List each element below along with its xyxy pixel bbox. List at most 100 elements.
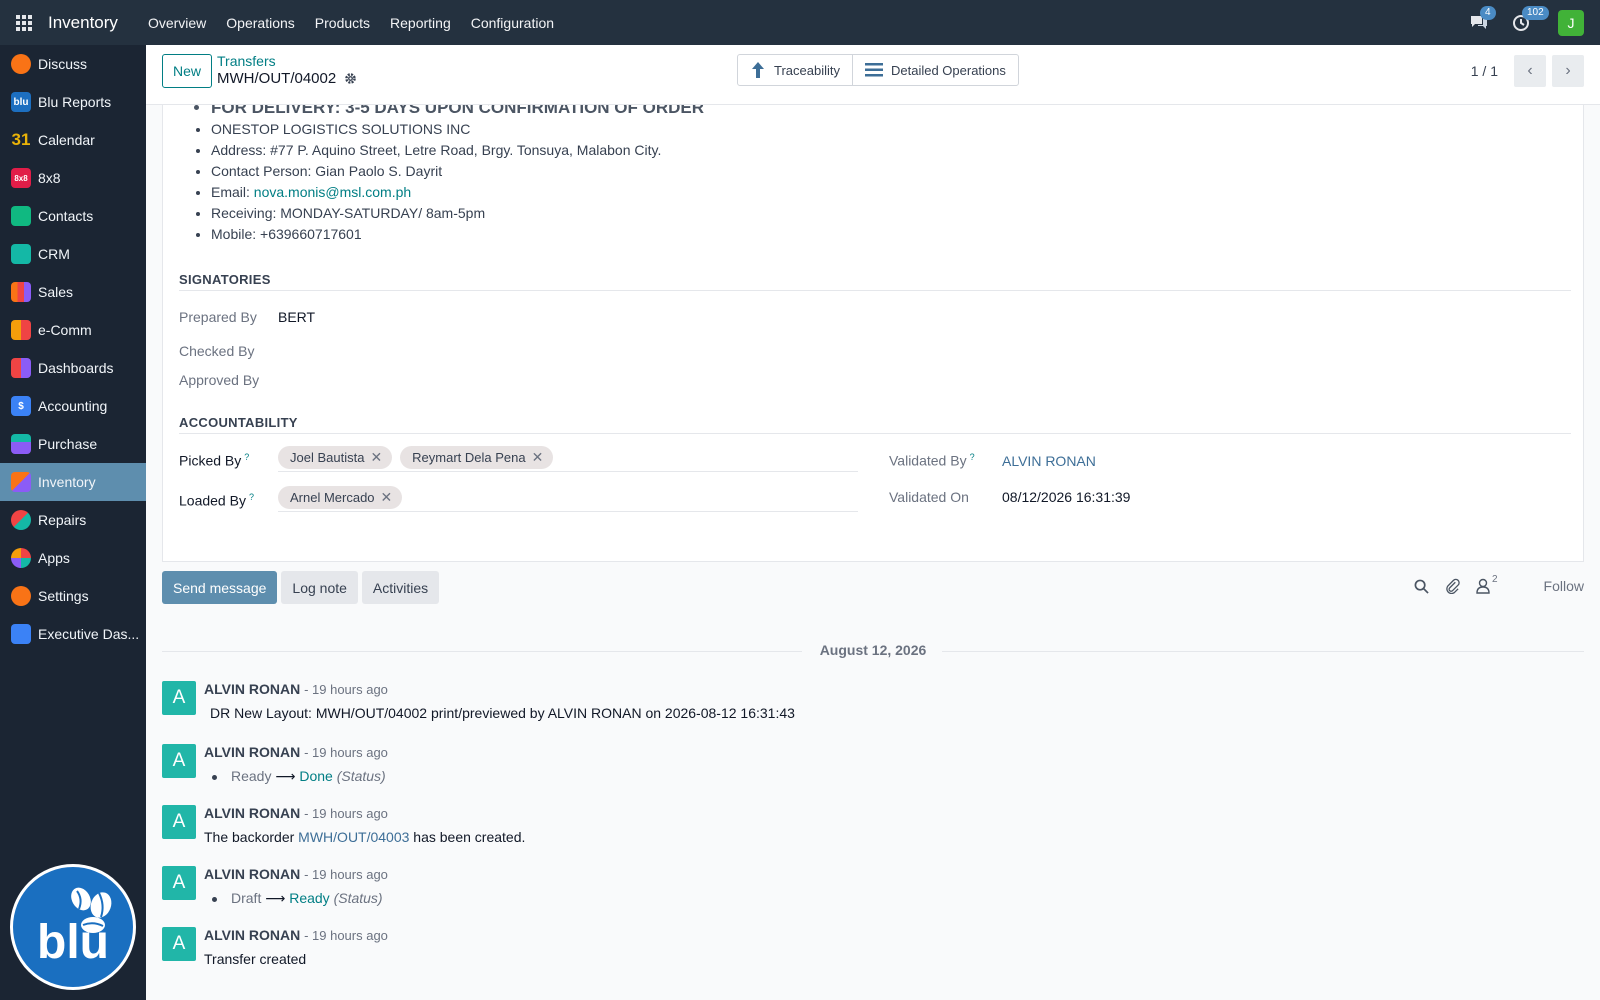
sidebar-item-calendar[interactable]: 31 Calendar xyxy=(0,121,146,159)
remove-tag-icon[interactable]: ✕ xyxy=(532,449,544,466)
remove-tag-icon[interactable]: ✕ xyxy=(381,489,393,506)
sidebar-item-8x8[interactable]: 8x8 8x8 xyxy=(0,159,146,197)
sidebar-item-blu-reports[interactable]: blu Blu Reports xyxy=(0,83,146,121)
sidebar-item-label: Purchase xyxy=(38,436,98,452)
validated-by-label: Validated By? xyxy=(889,452,975,469)
sidebar-item-e-comm[interactable]: e-Comm xyxy=(0,311,146,349)
arrow-up-icon xyxy=(752,62,764,78)
loaded-by-field[interactable]: Arnel Mercado ✕ xyxy=(278,484,858,512)
message-header: ALVIN RONAN - 19 hours ago xyxy=(204,744,388,760)
sidebar-item-discuss[interactable]: Discuss xyxy=(0,45,146,83)
menu-overview[interactable]: Overview xyxy=(138,15,216,31)
sidebar-item-dashboards[interactable]: Dashboards xyxy=(0,349,146,387)
message-suffix: has been created. xyxy=(409,829,526,845)
old-value: Draft xyxy=(231,890,262,906)
backorder-link[interactable]: MWH/OUT/04003 xyxy=(298,829,409,845)
menu-products[interactable]: Products xyxy=(305,15,380,31)
gear-icon[interactable] xyxy=(344,72,357,85)
message-body: DR New Layout: MWH/OUT/04002 print/previ… xyxy=(204,705,795,721)
help-tooltip-icon[interactable]: ? xyxy=(970,452,975,462)
new-button[interactable]: New xyxy=(162,54,213,88)
user-avatar[interactable]: J xyxy=(1558,9,1584,36)
avatar[interactable]: A xyxy=(162,681,196,715)
detailed-operations-button[interactable]: Detailed Operations xyxy=(851,55,1018,85)
sidebar-item-accounting[interactable]: $ Accounting xyxy=(0,387,146,425)
sidebar-item-label: Contacts xyxy=(38,208,94,224)
sidebar-item-sales[interactable]: Sales xyxy=(0,273,146,311)
email-link[interactable]: nova.monis@msl.com.ph xyxy=(254,184,411,200)
log-note-button[interactable]: Log note xyxy=(281,571,358,604)
record-title: MWH/OUT/04002 xyxy=(217,70,357,87)
followers-button[interactable]: 2 xyxy=(1476,574,1498,594)
remove-tag-icon[interactable]: ✕ xyxy=(370,449,382,466)
avatar[interactable]: A xyxy=(162,744,196,778)
menu-configuration[interactable]: Configuration xyxy=(461,15,564,31)
record-name: MWH/OUT/04002 xyxy=(217,70,337,87)
inventory-icon xyxy=(11,472,31,492)
messages-button[interactable]: 4 xyxy=(1468,5,1496,34)
message-author[interactable]: ALVIN RONAN xyxy=(204,744,300,760)
menu-reporting[interactable]: Reporting xyxy=(380,15,461,31)
signatories-divider xyxy=(179,290,1571,291)
tracked-field: (Status) xyxy=(336,768,386,784)
activities-badge: 102 xyxy=(1522,5,1549,20)
traceability-button[interactable]: Traceability xyxy=(738,55,852,85)
avatar[interactable]: A xyxy=(162,866,196,900)
delivery-contact: Contact Person: Gian Paolo S. Dayrit xyxy=(211,161,704,182)
help-tooltip-icon[interactable]: ? xyxy=(249,492,254,502)
picked-by-field[interactable]: Joel Bautista ✕ Reymart Dela Pena ✕ xyxy=(278,444,858,472)
form-sheet: FOR DELIVERY: 3-5 DAYS UPON CONFIRMATION… xyxy=(162,105,1584,562)
app-menu-button[interactable] xyxy=(0,0,48,45)
avatar[interactable]: A xyxy=(162,805,196,839)
next-record-button[interactable]: › xyxy=(1552,55,1584,87)
sidebar-item-label: Inventory xyxy=(38,474,96,490)
discuss-icon xyxy=(11,54,31,74)
message-body: Ready ⟶ Done (Status) xyxy=(204,768,386,785)
search-icon[interactable] xyxy=(1414,579,1429,594)
menu-operations[interactable]: Operations xyxy=(216,15,304,31)
message-header: ALVIN RONAN - 19 hours ago xyxy=(204,866,388,882)
sidebar-item-apps[interactable]: Apps xyxy=(0,539,146,577)
traceability-label: Traceability xyxy=(774,62,840,78)
sidebar-item-executive-dashboard[interactable]: Executive Das... xyxy=(0,615,146,653)
systray: 4 102 J xyxy=(1468,0,1584,45)
sidebar-item-label: Calendar xyxy=(38,132,95,148)
activities-button[interactable]: 102 xyxy=(1510,5,1549,34)
sidebar-item-label: 8x8 xyxy=(38,170,61,186)
message-text: Transfer created xyxy=(204,951,307,967)
crm-icon xyxy=(11,244,31,264)
pager-value[interactable]: 1 / 1 xyxy=(1471,63,1498,79)
message-body: The backorder MWH/OUT/04003 has been cre… xyxy=(204,829,525,845)
sales-icon xyxy=(11,282,31,302)
sidebar-item-settings[interactable]: Settings xyxy=(0,577,146,615)
contacts-icon xyxy=(11,206,31,226)
prepared-by-value[interactable]: BERT xyxy=(278,309,315,325)
delivery-receiving: Receiving: MONDAY-SATURDAY/ 8am-5pm xyxy=(211,203,704,224)
app-brand[interactable]: Inventory xyxy=(48,13,118,33)
validated-by-value[interactable]: ALVIN RONAN xyxy=(1002,453,1096,469)
top-navbar: Inventory Overview Operations Products R… xyxy=(0,0,1600,45)
sidebar-item-inventory[interactable]: Inventory xyxy=(0,463,146,501)
send-message-button[interactable]: Send message xyxy=(162,571,278,604)
previous-record-button[interactable]: ‹ xyxy=(1514,55,1546,87)
sidebar-item-repairs[interactable]: Repairs xyxy=(0,501,146,539)
validated-on-label: Validated On xyxy=(889,489,969,505)
avatar[interactable]: A xyxy=(162,927,196,961)
messages-badge: 4 xyxy=(1480,5,1496,20)
message-author[interactable]: ALVIN RONAN xyxy=(204,927,300,943)
message-author[interactable]: ALVIN RONAN xyxy=(204,866,300,882)
message-author[interactable]: ALVIN RONAN xyxy=(204,805,300,821)
signatories-title: SIGNATORIES xyxy=(179,272,271,287)
sidebar-item-purchase[interactable]: Purchase xyxy=(0,425,146,463)
help-tooltip-icon[interactable]: ? xyxy=(244,452,249,462)
executive-dashboard-icon xyxy=(11,624,31,644)
breadcrumb-transfers[interactable]: Transfers xyxy=(217,53,276,69)
paperclip-icon[interactable] xyxy=(1445,578,1460,594)
sidebar-item-crm[interactable]: CRM xyxy=(0,235,146,273)
activities-button[interactable]: Activities xyxy=(361,571,440,604)
sidebar-item-contacts[interactable]: Contacts xyxy=(0,197,146,235)
follow-button[interactable]: Follow xyxy=(1544,578,1584,594)
chevron-right-icon: › xyxy=(1565,62,1571,79)
calendar-icon: 31 xyxy=(11,130,31,149)
message-author[interactable]: ALVIN RONAN xyxy=(204,681,300,697)
